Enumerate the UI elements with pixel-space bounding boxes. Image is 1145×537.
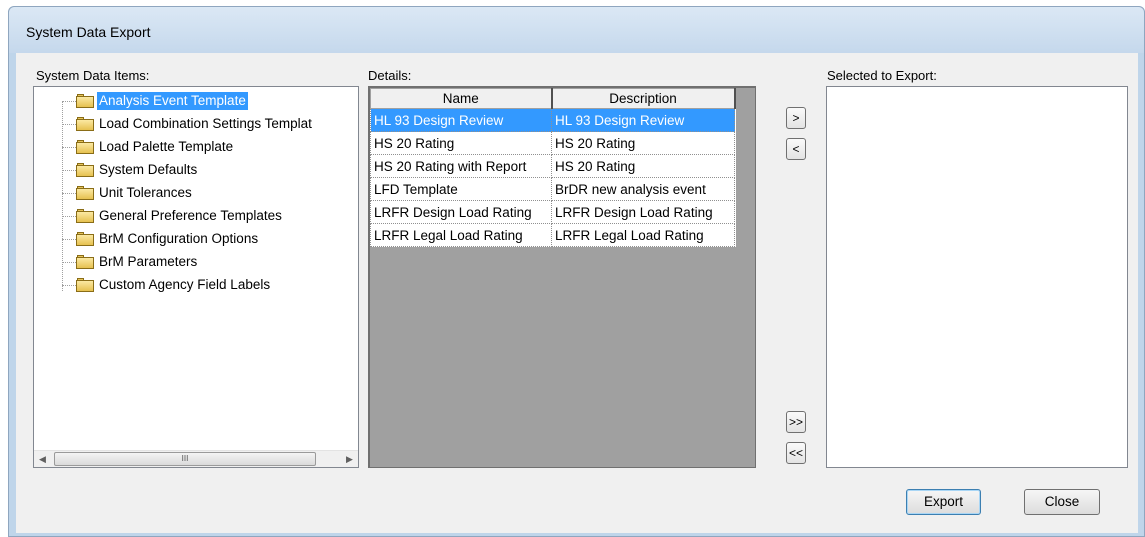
close-button[interactable]: Close <box>1024 489 1100 515</box>
tree-item-label: BrM Configuration Options <box>99 231 259 246</box>
tree-item[interactable]: General Preference Templates <box>34 206 358 226</box>
remove-selected-button[interactable]: < <box>786 138 806 160</box>
tree-connector <box>62 170 76 171</box>
system-data-items-label: System Data Items: <box>36 68 150 83</box>
tree-item[interactable]: Analysis Event Template <box>34 91 358 111</box>
tree-horizontal-scrollbar[interactable]: ◀ III ▶ <box>34 450 358 467</box>
tree-item-label: Analysis Event Template <box>97 92 248 110</box>
cell-name: LRFR Design Load Rating <box>370 200 552 224</box>
tree-item-label: BrM Parameters <box>99 254 198 269</box>
details-header-row: Name Description <box>370 88 736 109</box>
system-data-tree[interactable]: Analysis Event Template Load Combination … <box>33 86 359 468</box>
folder-icon <box>76 278 94 292</box>
scroll-right-arrow-icon[interactable]: ▶ <box>341 451 358 467</box>
tree-item-label: Load Combination Settings Templat <box>99 116 312 131</box>
cell-description: HL 93 Design Review <box>551 108 735 132</box>
folder-icon <box>76 209 94 223</box>
column-header-name[interactable]: Name <box>370 88 553 109</box>
cell-name: LRFR Legal Load Rating <box>370 223 552 247</box>
tree-item[interactable]: Load Palette Template <box>34 137 358 157</box>
tree-item-label: General Preference Templates <box>99 208 282 223</box>
table-row[interactable]: HL 93 Design Review HL 93 Design Review <box>370 108 735 132</box>
tree-item[interactable]: BrM Parameters <box>34 252 358 272</box>
add-all-button[interactable]: >> <box>786 411 806 433</box>
tree-item[interactable]: Custom Agency Field Labels <box>34 275 358 295</box>
tree-item[interactable]: BrM Configuration Options <box>34 229 358 249</box>
table-row[interactable]: LRFR Legal Load Rating LRFR Legal Load Ra… <box>370 223 735 247</box>
tree-item-label: System Defaults <box>99 162 198 177</box>
column-header-description[interactable]: Description <box>551 88 736 109</box>
folder-icon <box>76 255 94 269</box>
cell-description: LRFR Legal Load Rating <box>551 223 735 247</box>
selected-to-export-label: Selected to Export: <box>827 68 937 83</box>
details-table: Name Description HL 93 Design Review HL 9… <box>370 88 736 247</box>
folder-icon <box>76 140 94 154</box>
folder-icon <box>76 186 94 200</box>
cell-name: HS 20 Rating with Report <box>370 154 552 178</box>
scrollbar-thumb[interactable]: III <box>54 452 316 466</box>
tree-item-label: Unit Tolerances <box>99 185 192 200</box>
table-row[interactable]: LRFR Design Load Rating LRFR Design Load … <box>370 200 735 224</box>
folder-icon <box>76 117 94 131</box>
dialog-client-area: System Data Items: Details: Selected to … <box>16 53 1138 533</box>
folder-icon <box>76 232 94 246</box>
remove-all-button[interactable]: << <box>786 442 806 464</box>
add-selected-button[interactable]: > <box>786 107 806 129</box>
tree-connector <box>62 101 76 102</box>
tree-connector <box>62 193 76 194</box>
tree-connector <box>62 147 76 148</box>
tree-item[interactable]: Unit Tolerances <box>34 183 358 203</box>
table-row[interactable]: LFD Template BrDR new analysis event <box>370 177 735 201</box>
tree-connector <box>62 262 76 263</box>
folder-icon <box>76 163 94 177</box>
export-button[interactable]: Export <box>906 489 981 515</box>
tree-connector <box>62 216 76 217</box>
folder-icon <box>76 94 94 108</box>
tree-connector <box>62 239 76 240</box>
title-bar[interactable]: System Data Export <box>9 7 1144 53</box>
cell-description: LRFR Design Load Rating <box>551 200 735 224</box>
tree-connector <box>62 124 76 125</box>
table-row[interactable]: HS 20 Rating HS 20 Rating <box>370 131 735 155</box>
details-label: Details: <box>368 68 412 83</box>
cell-description: BrDR new analysis event <box>551 177 735 201</box>
cell-name: HS 20 Rating <box>370 131 552 155</box>
tree-item-label: Load Palette Template <box>99 139 234 154</box>
cell-name: LFD Template <box>370 177 552 201</box>
selected-to-export-list[interactable] <box>826 86 1128 468</box>
cell-description: HS 20 Rating <box>551 154 735 178</box>
tree-connector <box>62 285 76 286</box>
table-row[interactable]: HS 20 Rating with Report HS 20 Rating <box>370 154 735 178</box>
scroll-left-arrow-icon[interactable]: ◀ <box>34 451 51 467</box>
details-grid[interactable]: Name Description HL 93 Design Review HL 9… <box>368 86 756 468</box>
tree-item[interactable]: Load Combination Settings Templat <box>34 114 358 134</box>
system-data-export-window: System Data Export System Data Items: De… <box>8 6 1145 537</box>
cell-description: HS 20 Rating <box>551 131 735 155</box>
tree-item[interactable]: System Defaults <box>34 160 358 180</box>
window-title: System Data Export <box>26 24 151 40</box>
tree-item-label: Custom Agency Field Labels <box>99 277 271 292</box>
cell-name: HL 93 Design Review <box>370 108 552 132</box>
